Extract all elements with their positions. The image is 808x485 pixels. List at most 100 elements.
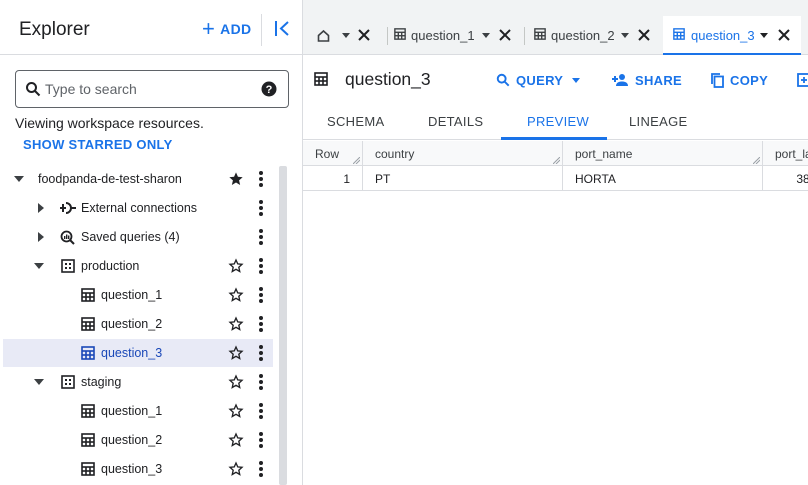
close-icon[interactable]	[778, 29, 790, 41]
star-outline-icon[interactable]	[228, 287, 244, 303]
more-vert-icon[interactable]	[258, 431, 264, 449]
table-icon	[81, 317, 95, 331]
resize-handle-icon[interactable]	[353, 157, 360, 164]
resize-handle-icon[interactable]	[553, 157, 560, 164]
star-outline-icon[interactable]	[228, 461, 244, 477]
add-button[interactable]: + ADD	[202, 18, 251, 40]
plus-icon: +	[202, 16, 216, 41]
star-outline-icon[interactable]	[228, 345, 244, 361]
tree-item-external-connections[interactable]: External connections	[3, 194, 273, 222]
copy-button[interactable]: COPY	[711, 71, 768, 89]
tree-item-table[interactable]: question_2	[3, 426, 273, 454]
more-vert-icon[interactable]	[258, 199, 264, 217]
table-icon	[394, 28, 406, 40]
more-toolbar-button[interactable]	[797, 71, 808, 89]
tree-item-dataset-production[interactable]: production	[3, 252, 273, 280]
tree-item-label: External connections	[81, 201, 198, 215]
chevron-down-icon[interactable]	[760, 33, 768, 38]
query-button-label: QUERY	[516, 72, 564, 88]
search-icon	[496, 73, 516, 87]
tree-item-table-selected[interactable]: question_3	[3, 339, 273, 367]
column-header-country[interactable]: country	[363, 141, 563, 166]
tab-schema[interactable]: SCHEMA	[327, 114, 384, 129]
tree-item-table[interactable]: question_3	[3, 455, 273, 483]
tree-item-label: foodpanda-de-test-sharon	[38, 172, 182, 186]
tree-scrollbar[interactable]	[279, 166, 287, 485]
resize-handle-icon[interactable]	[753, 157, 760, 164]
column-header-port-lat[interactable]: port_la	[763, 141, 808, 166]
more-vert-icon[interactable]	[258, 257, 264, 275]
help-icon[interactable]: ?	[261, 81, 277, 97]
table-cell[interactable]: HORTA	[563, 166, 763, 190]
table-icon	[81, 433, 95, 447]
tab-question-3[interactable]: question_3	[663, 16, 801, 55]
table-cell[interactable]: 38.	[763, 166, 808, 190]
resource-toolbar: question_3 QUERY SHARE COPY	[303, 56, 808, 102]
more-vert-icon[interactable]	[258, 170, 264, 188]
table-cell[interactable]: PT	[363, 166, 563, 190]
chevron-down-icon[interactable]	[342, 33, 350, 38]
star-outline-icon[interactable]	[228, 432, 244, 448]
cell-value: PT	[375, 172, 391, 186]
tab-question-2[interactable]: question_2	[525, 16, 663, 55]
expand-arrow-icon[interactable]	[36, 232, 46, 242]
more-vert-icon[interactable]	[258, 373, 264, 391]
external-connection-icon	[60, 201, 76, 215]
expand-arrow-icon[interactable]	[34, 377, 44, 387]
cell-value: 1	[343, 172, 350, 186]
tree-item-table[interactable]: question_1	[3, 397, 273, 425]
cell-value: 38.	[796, 172, 808, 186]
table-icon	[81, 404, 95, 418]
snapshot-icon	[797, 73, 808, 87]
tree-item-dataset-staging[interactable]: staging	[3, 368, 273, 396]
tree-item-saved-queries[interactable]: Saved queries (4)	[3, 223, 273, 251]
close-icon[interactable]	[358, 29, 370, 41]
tree-item-table[interactable]: question_2	[3, 310, 273, 338]
column-header-label: country	[375, 147, 415, 161]
expand-arrow-icon[interactable]	[36, 203, 46, 213]
copy-icon	[711, 72, 730, 88]
collapse-panel-icon[interactable]	[274, 20, 291, 37]
more-vert-icon[interactable]	[258, 344, 264, 362]
chevron-down-icon[interactable]	[621, 33, 629, 38]
tab-home[interactable]	[303, 16, 391, 55]
tree-item-table[interactable]: question_1	[3, 281, 273, 309]
chevron-down-icon[interactable]	[482, 33, 490, 38]
tree-item-project[interactable]: foodpanda-de-test-sharon	[3, 165, 273, 193]
close-icon[interactable]	[499, 29, 511, 41]
more-vert-icon[interactable]	[258, 228, 264, 246]
resource-tree: foodpanda-de-test-sharon External connec…	[0, 165, 274, 485]
dataset-icon	[61, 259, 75, 273]
table-icon	[534, 28, 546, 40]
tab-question-1[interactable]: question_1	[388, 16, 528, 55]
more-vert-icon[interactable]	[258, 286, 264, 304]
tab-details[interactable]: DETAILS	[428, 114, 483, 129]
tab-lineage[interactable]: LINEAGE	[629, 114, 687, 129]
expand-arrow-icon[interactable]	[14, 174, 24, 184]
column-header-row[interactable]: Row	[303, 141, 363, 166]
star-outline-icon[interactable]	[228, 374, 244, 390]
search-input[interactable]	[45, 78, 245, 100]
tree-item-label: question_2	[101, 433, 163, 447]
star-outline-icon[interactable]	[228, 403, 244, 419]
star-outline-icon[interactable]	[228, 258, 244, 274]
table-icon	[81, 288, 95, 302]
close-icon[interactable]	[638, 29, 650, 41]
table-icon	[673, 28, 685, 40]
column-header-label: port_la	[775, 147, 808, 161]
tab-preview[interactable]: PREVIEW	[527, 114, 589, 129]
show-starred-only-button[interactable]: SHOW STARRED ONLY	[23, 137, 173, 152]
more-vert-icon[interactable]	[258, 402, 264, 420]
home-icon	[317, 29, 330, 42]
expand-arrow-icon[interactable]	[34, 261, 44, 271]
table-icon	[314, 72, 328, 86]
column-header-port-name[interactable]: port_name	[563, 141, 763, 166]
star-filled-icon[interactable]	[228, 171, 244, 187]
star-outline-icon[interactable]	[228, 316, 244, 332]
query-button[interactable]: QUERY	[496, 71, 586, 89]
table-header: Row country port_name port_la	[303, 141, 808, 166]
more-vert-icon[interactable]	[258, 460, 264, 478]
search-box[interactable]: ?	[15, 70, 289, 108]
more-vert-icon[interactable]	[258, 315, 264, 333]
share-button[interactable]: SHARE	[612, 71, 682, 89]
